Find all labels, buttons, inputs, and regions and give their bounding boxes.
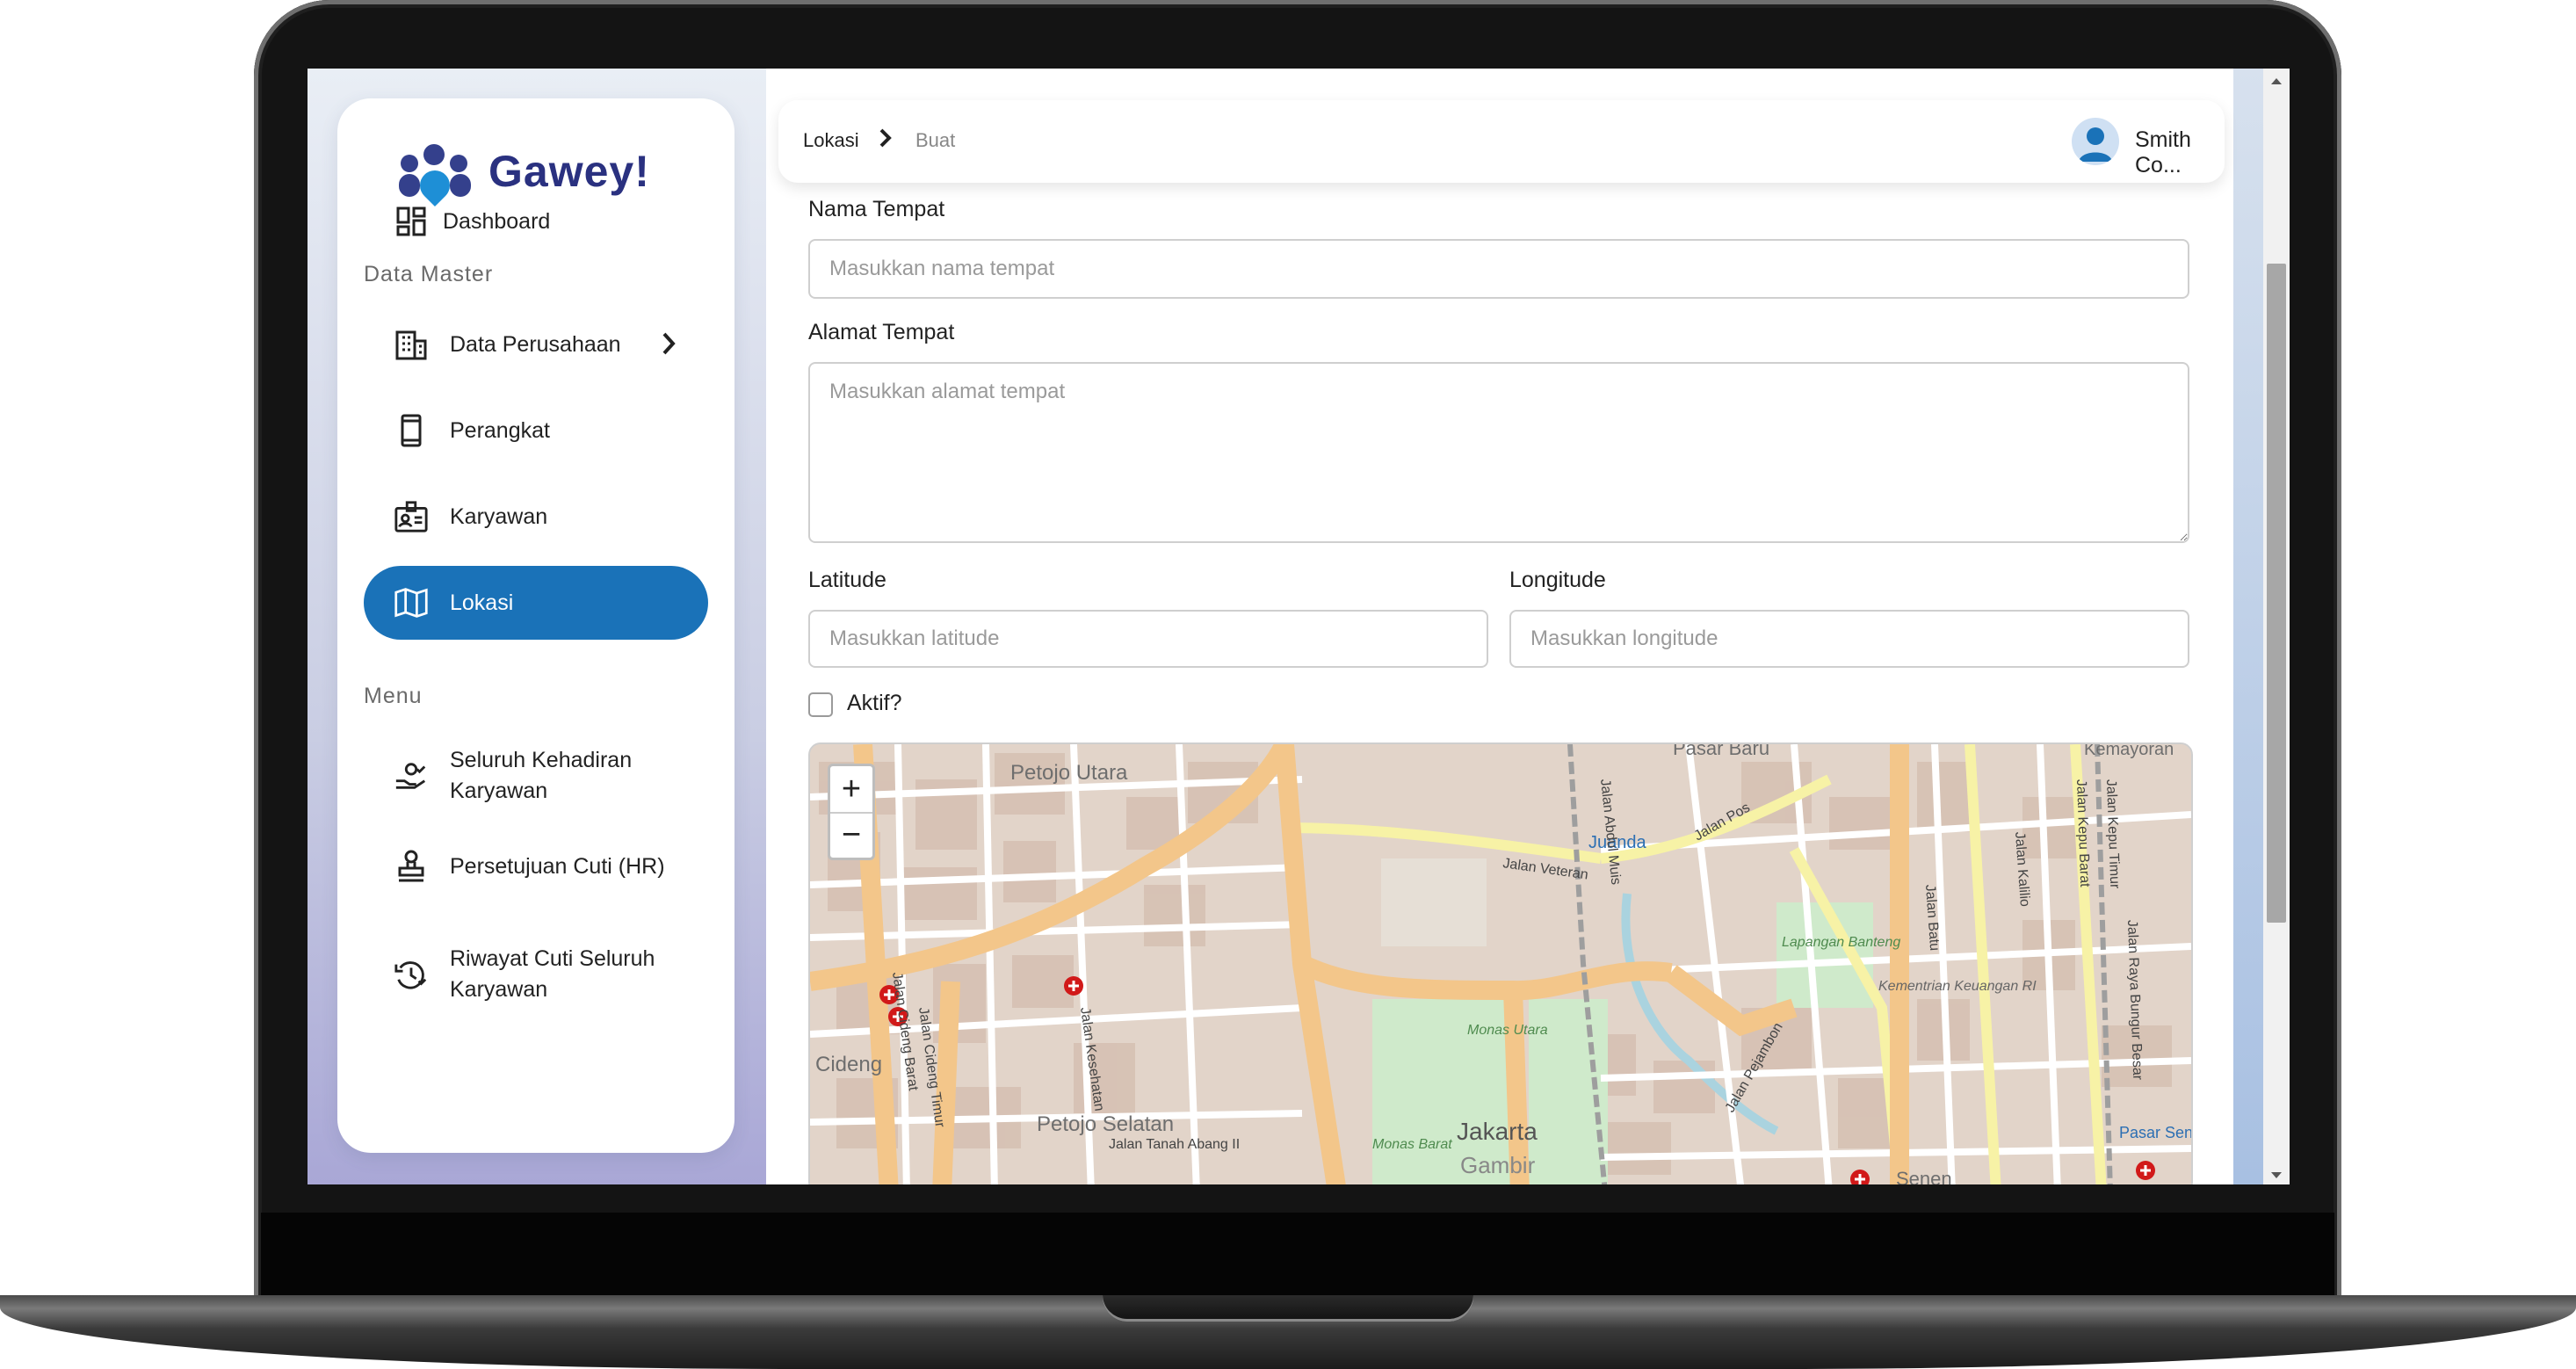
laptop-notch: [1103, 1295, 1473, 1322]
map-label-petojo-utara: Petojo Utara: [1010, 761, 1128, 785]
sidebar-item-label: Seluruh Kehadiran Karyawan: [450, 748, 633, 803]
map-label-petojo-selatan: Petojo Selatan: [1037, 1112, 1174, 1136]
section-title-menu: Menu: [364, 684, 423, 708]
building-icon: [394, 327, 429, 362]
sidebar-item-label: Data Perusahaan: [450, 331, 621, 357]
sidebar: Gawey! Dashboard Data Master Data Perusa…: [337, 98, 734, 1153]
aktif-checkbox[interactable]: [808, 692, 833, 717]
sidebar-item-label: Persetujuan Cuti (HR): [450, 853, 665, 879]
label-longitude: Longitude: [1509, 568, 1606, 592]
device-icon: [394, 413, 429, 448]
map-label-pasar-baru: Pasar Baru: [1673, 744, 1769, 759]
scrollbar[interactable]: [2263, 69, 2290, 1184]
sidebar-item-data-perusahaan[interactable]: Data Perusahaan: [364, 308, 708, 381]
zoom-in-button[interactable]: +: [830, 766, 872, 814]
map-label-jakarta: Jakarta: [1457, 1118, 1538, 1145]
sidebar-item-persetujuan-cuti[interactable]: Persetujuan Cuti (HR): [364, 829, 708, 903]
scroll-down-icon[interactable]: [2270, 1169, 2283, 1184]
scrollbar-thumb[interactable]: [2267, 264, 2286, 923]
sidebar-item-label: Lokasi: [450, 590, 514, 615]
top-header: Lokasi Buat Smith Co...: [778, 100, 2225, 183]
dashboard-icon: [394, 204, 429, 239]
map-icon: [394, 585, 429, 620]
map-label-gambir: Gambir: [1460, 1152, 1536, 1178]
map-label-cideng: Cideng: [815, 1053, 882, 1076]
employee-card-icon: [394, 499, 429, 534]
map-label-senen: Senen: [1896, 1168, 1952, 1184]
map-zoom-control: + −: [828, 764, 875, 860]
label-aktif: Aktif?: [847, 691, 902, 715]
alamat-tempat-textarea[interactable]: [808, 362, 2189, 543]
history-icon: [394, 957, 429, 992]
sidebar-item-seluruh-kehadiran[interactable]: Seluruh Kehadiran Karyawan: [364, 729, 708, 822]
map-label-monas-utara: Monas Utara: [1467, 1023, 1548, 1038]
longitude-input[interactable]: [1509, 610, 2189, 668]
sidebar-item-label: Dashboard: [443, 208, 551, 234]
screen: Gawey! Dashboard Data Master Data Perusa…: [308, 69, 2290, 1184]
user-menu[interactable]: Smith Co...: [2063, 109, 2221, 177]
breadcrumb-separator-icon: [877, 127, 894, 156]
map-label-lapangan-banteng: Lapangan Banteng: [1782, 935, 1900, 950]
avatar: [2072, 118, 2119, 165]
scroll-up-icon[interactable]: [2270, 74, 2283, 90]
latitude-input[interactable]: [808, 610, 1488, 668]
map-label-jalan-tanah-abang: Jalan Tanah Abang II: [1109, 1137, 1240, 1152]
stamp-icon: [394, 849, 429, 884]
sidebar-item-lokasi[interactable]: Lokasi: [364, 566, 708, 640]
section-title-data-master: Data Master: [364, 262, 494, 286]
zoom-out-button[interactable]: −: [830, 812, 872, 858]
label-nama-tempat: Nama Tempat: [808, 197, 945, 221]
chevron-right-icon[interactable]: [659, 330, 680, 361]
sidebar-item-dashboard[interactable]: Dashboard: [364, 185, 708, 258]
map-tiles: Petojo Utara Pasar Baru Kemayoran Juanda…: [810, 744, 2191, 1184]
map-label-kementrian-keuangan: Kementrian Keuangan RI: [1878, 979, 2037, 994]
map-label-kemayoran: Kemayoran: [2084, 744, 2174, 759]
attendance-icon: [394, 758, 429, 793]
sidebar-item-karyawan[interactable]: Karyawan: [364, 480, 708, 554]
breadcrumb-item-lokasi[interactable]: Lokasi: [803, 129, 859, 152]
sidebar-item-perangkat[interactable]: Perangkat: [364, 394, 708, 467]
laptop-chin: [261, 1213, 2334, 1300]
breadcrumb-item-buat: Buat: [915, 129, 956, 151]
right-gutter: [2233, 69, 2263, 1184]
map-label-pasar-senen: Pasar Senen: [2119, 1124, 2191, 1141]
sidebar-item-label: Perangkat: [450, 417, 550, 443]
sidebar-item-label: Riwayat Cuti Seluruh Karyawan: [450, 946, 655, 1002]
label-latitude: Latitude: [808, 568, 886, 592]
location-map[interactable]: Petojo Utara Pasar Baru Kemayoran Juanda…: [808, 742, 2193, 1184]
breadcrumb: Lokasi Buat: [778, 100, 1306, 183]
sidebar-item-riwayat-cuti[interactable]: Riwayat Cuti Seluruh Karyawan: [364, 928, 708, 1021]
map-label-monas-barat: Monas Barat: [1372, 1137, 1452, 1152]
user-name: Smith Co...: [2135, 127, 2191, 177]
nama-tempat-input[interactable]: [808, 239, 2189, 299]
label-alamat-tempat: Alamat Tempat: [808, 320, 955, 344]
sidebar-item-label: Karyawan: [450, 503, 548, 529]
